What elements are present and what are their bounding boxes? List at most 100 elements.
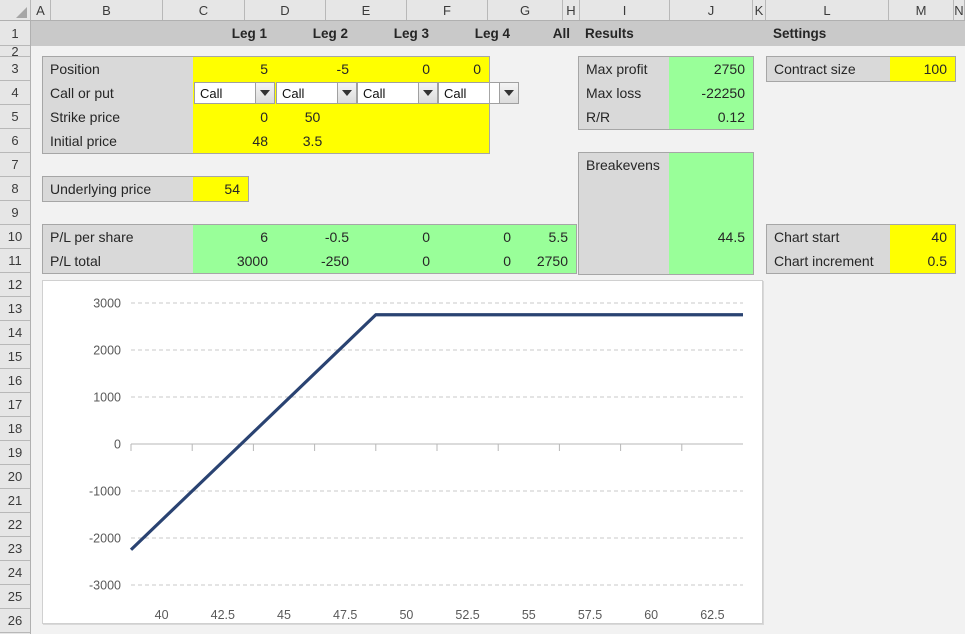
position-leg4-input[interactable]: 0 — [438, 57, 489, 81]
row-header-20[interactable]: 20 — [0, 465, 30, 489]
breakevens-value-1: 44.5 — [669, 225, 753, 249]
call-or-put-leg1-value: Call — [200, 85, 223, 101]
call-or-put-leg1-dropdown[interactable]: Call — [194, 82, 275, 104]
strike-price-leg1-input[interactable]: 0 — [193, 105, 276, 129]
call-or-put-leg2-dropdown[interactable]: Call — [276, 82, 357, 104]
row-header-11[interactable]: 11 — [0, 249, 30, 273]
position-leg2-input[interactable]: -5 — [276, 57, 357, 81]
banner-leg3: Leg 3 — [357, 21, 438, 46]
row-header-5[interactable]: 5 — [0, 105, 30, 129]
column-header-c[interactable]: C — [163, 0, 245, 20]
call-or-put-leg3-dropdown[interactable]: Call — [357, 82, 438, 104]
column-header-i[interactable]: I — [580, 0, 670, 20]
settings-label-chart-increment: Chart increment — [767, 249, 890, 273]
chevron-down-icon[interactable] — [418, 83, 437, 103]
column-header-k[interactable]: K — [753, 0, 766, 20]
chart-start-input[interactable]: 40 — [890, 225, 955, 249]
banner-settings: Settings — [767, 21, 965, 46]
breakevens-value-empty-1 — [669, 153, 753, 177]
svg-text:1000: 1000 — [93, 391, 121, 405]
row-header-26[interactable]: 26 — [0, 609, 30, 633]
select-all-triangle-icon — [16, 7, 27, 18]
strike-price-leg3-input[interactable] — [357, 105, 438, 129]
column-header-d[interactable]: D — [245, 0, 326, 20]
svg-text:60: 60 — [644, 608, 658, 622]
row-header-13[interactable]: 13 — [0, 297, 30, 321]
chevron-down-icon[interactable] — [337, 83, 356, 103]
column-header-a[interactable]: A — [31, 0, 51, 20]
initial-price-leg2-input[interactable]: 3.5 — [276, 129, 357, 153]
svg-text:50: 50 — [399, 608, 413, 622]
row-header-8[interactable]: 8 — [0, 177, 30, 201]
column-header-e[interactable]: E — [326, 0, 407, 20]
row-header-6[interactable]: 6 — [0, 129, 30, 153]
row-header-24[interactable]: 24 — [0, 561, 30, 585]
row-header-1[interactable]: 1 — [0, 21, 30, 46]
svg-text:45: 45 — [277, 608, 291, 622]
pl-total-leg1: 3000 — [193, 249, 276, 273]
row-header-18[interactable]: 18 — [0, 417, 30, 441]
row-header-25[interactable]: 25 — [0, 585, 30, 609]
banner-all: All — [519, 21, 579, 46]
position-leg1-input[interactable]: 5 — [193, 57, 276, 81]
row-header-14[interactable]: 14 — [0, 321, 30, 345]
row-header-19[interactable]: 19 — [0, 441, 30, 465]
chart-increment-input[interactable]: 0.5 — [890, 249, 955, 273]
row-header-22[interactable]: 22 — [0, 513, 30, 537]
column-header-m[interactable]: M — [889, 0, 954, 20]
row-header-17[interactable]: 17 — [0, 393, 30, 417]
pl-row-label-total: P/L total — [43, 249, 193, 273]
row-header-15[interactable]: 15 — [0, 345, 30, 369]
results-label-rr: R/R — [579, 105, 669, 129]
pl-per-share-leg1: 6 — [193, 225, 276, 249]
results-value-max-profit: 2750 — [669, 57, 753, 81]
row-header-4[interactable]: 4 — [0, 81, 30, 105]
legs-row-label-initial-price: Initial price — [43, 129, 193, 153]
column-header-g[interactable]: G — [488, 0, 563, 20]
svg-text:2000: 2000 — [93, 344, 121, 358]
payoff-chart[interactable]: -3000 -2000 -1000 0 1000 2000 3000 40 42.5 45 47.5… — [42, 280, 763, 624]
strike-price-leg2-input[interactable]: 50 — [276, 105, 357, 129]
pl-total-leg4: 0 — [438, 249, 519, 273]
strike-price-leg4-input[interactable] — [438, 105, 489, 129]
pl-per-share-leg3: 0 — [357, 225, 438, 249]
svg-text:57.5: 57.5 — [578, 608, 602, 622]
chevron-down-icon[interactable] — [499, 83, 518, 103]
column-header-n[interactable]: N — [954, 0, 965, 20]
svg-text:40: 40 — [155, 608, 169, 622]
column-header-strip: A B C D E F G H I J K L M N — [0, 0, 965, 21]
row-header-2[interactable]: 2 — [0, 46, 30, 57]
svg-text:52.5: 52.5 — [455, 608, 479, 622]
row-header-10[interactable]: 10 — [0, 225, 30, 249]
row-header-9[interactable]: 9 — [0, 201, 30, 225]
row-header-3[interactable]: 3 — [0, 57, 30, 81]
contract-size-input[interactable]: 100 — [890, 57, 955, 81]
select-all-button[interactable] — [0, 0, 31, 20]
row-header-12[interactable]: 12 — [0, 273, 30, 297]
breakevens-value-empty-2 — [669, 177, 753, 225]
column-header-l[interactable]: L — [766, 0, 889, 20]
banner-leg1: Leg 1 — [31, 21, 276, 46]
breakevens-label: Breakevens — [579, 153, 669, 177]
column-header-b[interactable]: B — [51, 0, 163, 20]
legs-row-label-position: Position — [43, 57, 193, 81]
row-header-23[interactable]: 23 — [0, 537, 30, 561]
initial-price-leg4-input[interactable] — [438, 129, 489, 153]
initial-price-leg1-input[interactable]: 48 — [193, 129, 276, 153]
column-header-f[interactable]: F — [407, 0, 488, 20]
position-leg3-input[interactable]: 0 — [357, 57, 438, 81]
pl-total-leg2: -250 — [276, 249, 357, 273]
breakevens-label-filler — [579, 177, 669, 274]
chevron-down-icon[interactable] — [255, 83, 274, 103]
call-or-put-leg4-dropdown[interactable]: Call — [438, 82, 519, 104]
pl-per-share-all: 5.5 — [519, 225, 576, 249]
underlying-price-input[interactable]: 54 — [193, 177, 248, 201]
column-header-j[interactable]: J — [670, 0, 753, 20]
row-header-7[interactable]: 7 — [0, 153, 30, 177]
underlying-price-label: Underlying price — [43, 177, 193, 201]
column-header-h[interactable]: H — [563, 0, 580, 20]
row-header-16[interactable]: 16 — [0, 369, 30, 393]
initial-price-leg3-input[interactable] — [357, 129, 438, 153]
call-or-put-leg2-value: Call — [282, 85, 305, 101]
row-header-21[interactable]: 21 — [0, 489, 30, 513]
